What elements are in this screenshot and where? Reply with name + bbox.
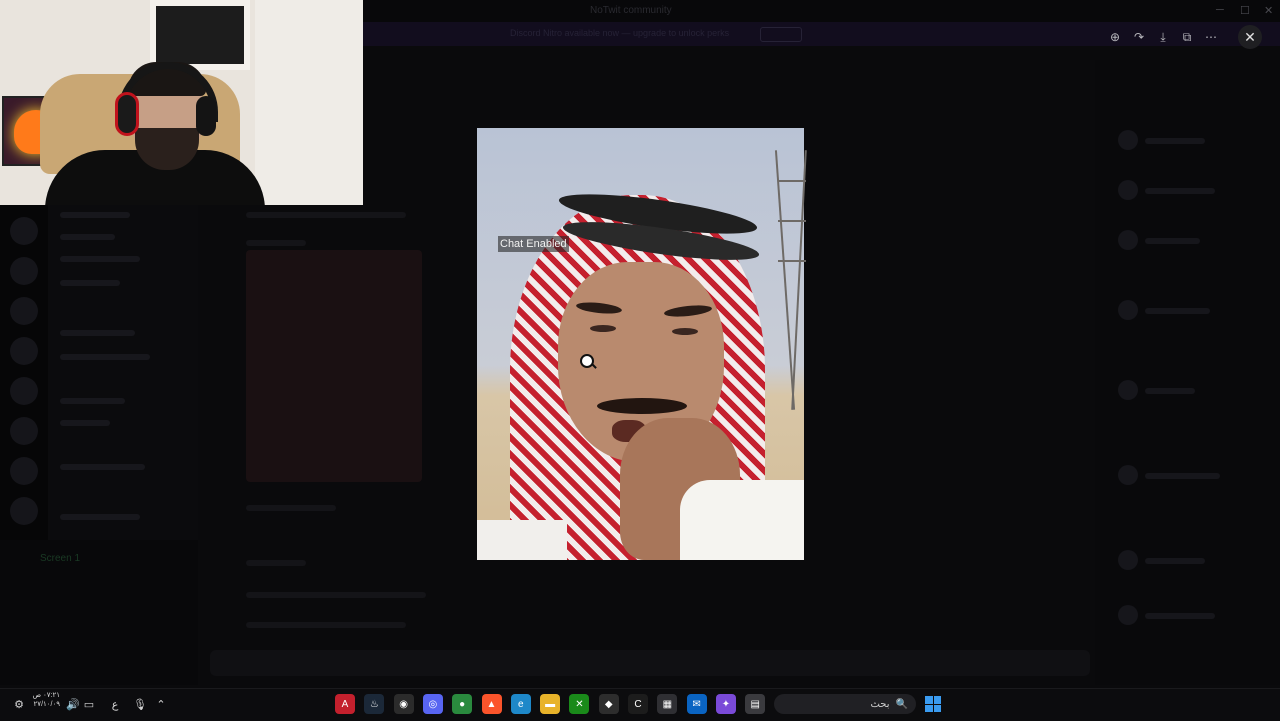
- minimize-icon[interactable]: ─: [1216, 4, 1224, 16]
- member-name[interactable]: [1145, 308, 1210, 314]
- wall: [255, 0, 363, 205]
- ctrl-icon[interactable]: C: [628, 694, 648, 714]
- clock[interactable]: ٠٧:٢١ ص ٢٧/١٠/٠٩: [28, 691, 60, 709]
- headphone-cup: [196, 96, 216, 136]
- channel-item[interactable]: [60, 330, 135, 336]
- language-indicator[interactable]: ع: [108, 697, 122, 711]
- voice-status: Screen 1: [40, 553, 81, 564]
- server-icon[interactable]: [10, 257, 38, 285]
- channel-item[interactable]: [60, 212, 130, 218]
- viewer-toolbar: ⊕ ↷ ⤓ ⧉ ⋯: [1105, 27, 1221, 47]
- member-name[interactable]: [1145, 238, 1200, 244]
- channel-item[interactable]: [60, 420, 110, 426]
- thobe: [477, 520, 567, 560]
- message-line: [246, 212, 406, 218]
- channel-item[interactable]: [60, 514, 140, 520]
- server-icon[interactable]: [10, 497, 38, 525]
- taskbar-search[interactable]: بحث 🔍: [774, 694, 916, 714]
- zoom-icon[interactable]: ⊕: [1105, 27, 1125, 47]
- member-avatar[interactable]: [1118, 605, 1138, 625]
- settings-icon[interactable]: ⚙: [12, 697, 26, 711]
- channel-item[interactable]: [60, 234, 115, 240]
- channel-item[interactable]: [60, 256, 140, 262]
- clock-time: ٠٧:٢١ ص: [32, 692, 60, 699]
- window-close-icon[interactable]: ✕: [1264, 4, 1273, 17]
- member-list: [1095, 60, 1280, 685]
- power-pylon: [770, 150, 810, 410]
- banner-button[interactable]: [760, 27, 802, 42]
- attachment-thumbnail[interactable]: [246, 250, 422, 482]
- headphone-cup: [115, 92, 139, 136]
- server-icon[interactable]: [10, 457, 38, 485]
- server-icon[interactable]: [10, 217, 38, 245]
- server-icon[interactable]: [10, 337, 38, 365]
- store-icon[interactable]: ▦: [657, 694, 678, 714]
- download-icon[interactable]: ⤓: [1153, 27, 1173, 47]
- member-name[interactable]: [1145, 138, 1205, 144]
- obs-icon[interactable]: ◉: [393, 694, 414, 714]
- network-icon[interactable]: ▭: [82, 697, 96, 711]
- chevron-up-icon[interactable]: ⌃: [154, 697, 168, 711]
- server-icon[interactable]: [10, 377, 38, 405]
- member-avatar[interactable]: [1118, 230, 1138, 250]
- chat-enabled-label: Chat Enabled: [498, 236, 569, 252]
- message-line: [246, 622, 406, 628]
- server-icon[interactable]: [10, 297, 38, 325]
- volume-icon[interactable]: 🔊: [66, 697, 80, 711]
- edge-icon[interactable]: e: [510, 694, 531, 714]
- eye: [590, 325, 616, 332]
- more-icon[interactable]: ⋯: [1201, 27, 1221, 47]
- window-frame: [150, 0, 250, 70]
- adobe-acrobat-icon[interactable]: A: [335, 694, 355, 714]
- forward-icon[interactable]: ↷: [1129, 27, 1149, 47]
- unity-icon[interactable]: ◆: [598, 694, 619, 714]
- webcam-overlay: [0, 0, 363, 205]
- channel-item[interactable]: [60, 398, 125, 404]
- brave-icon[interactable]: ▲: [481, 694, 502, 714]
- microphone-icon[interactable]: 🎙: [133, 697, 147, 711]
- steam-icon[interactable]: ♨: [364, 694, 385, 714]
- user-panel: [0, 540, 198, 685]
- open-external-icon[interactable]: ⧉: [1177, 27, 1197, 47]
- zoom-cursor-icon: [580, 354, 594, 368]
- app-title: NoTwit community: [590, 5, 672, 16]
- message-line: [246, 560, 306, 566]
- maximize-icon[interactable]: ☐: [1240, 4, 1250, 17]
- file-explorer-icon[interactable]: ▬: [540, 694, 561, 714]
- thobe: [680, 480, 804, 560]
- message-line: [246, 592, 426, 598]
- member-name[interactable]: [1145, 388, 1195, 394]
- member-avatar[interactable]: [1118, 465, 1138, 485]
- member-avatar[interactable]: [1118, 550, 1138, 570]
- message-input[interactable]: [210, 650, 1090, 676]
- viewer-close-button[interactable]: ✕: [1238, 25, 1262, 49]
- eye: [672, 328, 698, 335]
- search-icon: 🔍: [895, 698, 908, 710]
- discord-icon[interactable]: ◎: [422, 694, 443, 714]
- member-name[interactable]: [1145, 473, 1220, 479]
- channel-item[interactable]: [60, 464, 145, 470]
- member-avatar[interactable]: [1118, 300, 1138, 320]
- member-avatar[interactable]: [1118, 180, 1138, 200]
- channel-item[interactable]: [60, 354, 150, 360]
- banner-text: Discord Nitro available now — upgrade to…: [510, 28, 730, 38]
- member-name[interactable]: [1145, 613, 1215, 619]
- message-line: [246, 505, 336, 511]
- message-line: [246, 240, 306, 246]
- channel-item[interactable]: [60, 280, 120, 286]
- member-avatar[interactable]: [1118, 130, 1138, 150]
- chrome-icon[interactable]: ●: [452, 694, 473, 714]
- notepad-icon[interactable]: ▤: [745, 694, 766, 714]
- outlook-icon[interactable]: ✉: [686, 694, 707, 714]
- server-icon[interactable]: [10, 417, 38, 445]
- copilot-icon[interactable]: ✦: [715, 694, 736, 714]
- search-placeholder: بحث: [870, 698, 890, 710]
- start-button[interactable]: [925, 696, 941, 712]
- xbox-icon[interactable]: ✕: [569, 694, 590, 714]
- mustache: [597, 398, 687, 414]
- member-avatar[interactable]: [1118, 380, 1138, 400]
- member-name[interactable]: [1145, 558, 1205, 564]
- member-name[interactable]: [1145, 188, 1215, 194]
- clock-date: ٢٧/١٠/٠٩: [33, 701, 60, 708]
